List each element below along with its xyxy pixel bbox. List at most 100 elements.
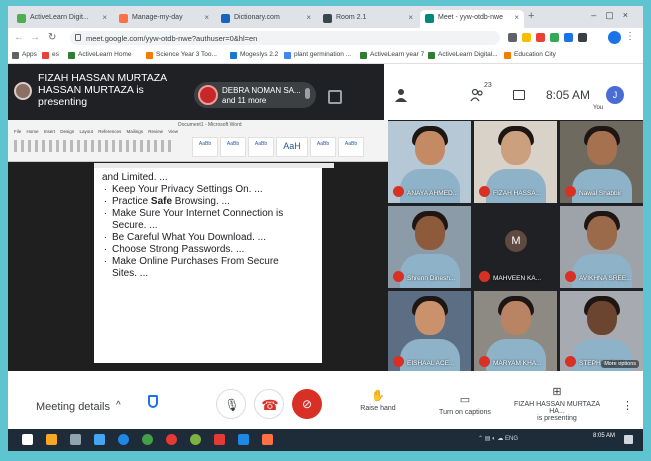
start-icon[interactable] <box>22 434 33 445</box>
speaker-chip[interactable]: DEBRA NOMAN SA... and 11 more <box>194 82 316 108</box>
presenter-status-line: presenting <box>38 96 88 108</box>
browser-tab[interactable]: Room 2.1 × <box>318 10 418 28</box>
url-bar[interactable]: meet.google.com/yyw-otdb-nwe?authuser=0&… <box>70 31 500 45</box>
doc-bullet: Keep Your Privacy Settings On. ... <box>102 182 312 196</box>
bookmark[interactable]: ActiveLearn Digital... <box>428 51 498 59</box>
extension-icon[interactable] <box>536 33 545 42</box>
self-avatar[interactable]: J <box>606 86 624 104</box>
puzzle-icon[interactable] <box>578 33 587 42</box>
window-controls-icon[interactable]: –▢× <box>591 10 637 21</box>
speaker-avatar <box>198 85 218 105</box>
close-icon[interactable]: × <box>102 13 107 22</box>
language-indicator: ENG <box>505 436 519 442</box>
close-icon[interactable]: × <box>204 13 209 22</box>
browser-tab[interactable]: Dictionary.com × <box>216 10 316 28</box>
participant-grid: ANAYA AHMED... FIZAH HASSA... Nawal Shabbi… <box>388 120 643 373</box>
presenting-sublabel: is presenting <box>537 415 577 422</box>
participant-face <box>501 301 531 335</box>
bookmark[interactable]: Science Year 3 Too... <box>146 51 217 59</box>
participant-tile[interactable]: EISHAAL ACE... <box>388 291 471 373</box>
meeting-details-button[interactable]: Meeting details <box>36 401 110 413</box>
taskbar-app-icon[interactable] <box>214 434 225 445</box>
bookmark[interactable]: ActiveLearn year 7 <box>360 51 424 59</box>
participant-tile[interactable]: MARYAM KHA... <box>474 291 557 373</box>
participants-icon[interactable] <box>470 88 484 102</box>
bookmark-label: Education City <box>514 51 556 58</box>
system-tray[interactable]: ⌃ ▤ ◐ ☁ ENG <box>478 435 518 442</box>
people-icon[interactable] <box>394 88 408 102</box>
participant-tile[interactable]: FIZAH HASSA... <box>474 121 557 203</box>
extension-icon[interactable] <box>508 33 517 42</box>
camera-off-button[interactable]: ⊘ <box>292 389 322 419</box>
bookmark[interactable]: Education City <box>504 51 556 59</box>
captions-button[interactable]: ▭ Turn on captions <box>433 393 497 416</box>
muted-mic-icon <box>565 356 576 367</box>
participant-tile[interactable]: Shrenn Dinesh... <box>388 206 471 288</box>
tab-favicon-icon <box>119 14 128 23</box>
forward-icon[interactable]: → <box>30 32 40 43</box>
style-swatch: AaBb <box>310 137 336 157</box>
taskbar-app-icon[interactable] <box>238 434 249 445</box>
style-swatch: AaH <box>276 137 308 157</box>
browser-tab-active[interactable]: Meet - yyw-otdb-nwe × <box>420 10 524 28</box>
participant-tile[interactable]: STEPHANIE W...More options <box>560 291 643 373</box>
address-row: ← → ↻ meet.google.com/yyw-otdb-nwe?authu… <box>8 28 643 48</box>
participant-face <box>587 301 617 335</box>
taskbar-app-icon[interactable] <box>70 434 81 445</box>
presenting-button[interactable]: ⊞ FIZAH HASSAN MURTAZA HA... is presenting <box>506 385 608 422</box>
style-swatch: AaBb <box>248 137 274 157</box>
microphone-button[interactable]: 🎙 <box>216 389 246 419</box>
extension-icon[interactable] <box>564 33 573 42</box>
browser-menu-icon[interactable]: ⋮ <box>625 31 635 42</box>
participant-tile[interactable]: AVIKHNA SREE... <box>560 206 643 288</box>
back-icon[interactable]: ← <box>14 32 24 43</box>
browser-tab[interactable]: ActiveLearn Digit... × <box>12 10 112 28</box>
participant-tile[interactable]: ANAYA AHMED... <box>388 121 471 203</box>
doc-bold-text: Safe <box>150 196 173 207</box>
profile-avatar[interactable] <box>608 31 621 44</box>
chrome-icon[interactable] <box>142 434 153 445</box>
mic-icon <box>305 88 310 99</box>
raise-hand-button[interactable]: ✋ Raise hand <box>358 389 398 412</box>
bookmark[interactable]: es <box>42 51 59 59</box>
more-participants-button[interactable]: More options <box>601 360 639 368</box>
extension-icon[interactable] <box>522 33 531 42</box>
participant-name: Nawal Shabbir <box>579 190 622 197</box>
muted-mic-icon <box>479 186 490 197</box>
doc-text: Practice <box>112 196 151 207</box>
participant-tile[interactable]: M MAHVEEN KA... <box>474 206 557 288</box>
browser-tab[interactable]: Manage-my-day × <box>114 10 214 28</box>
bookmark[interactable]: ActiveLearn Home <box>68 51 131 59</box>
speaker-more-count: and 11 more <box>222 96 267 105</box>
new-tab-icon[interactable]: + <box>528 10 534 22</box>
edge-icon[interactable] <box>118 434 129 445</box>
taskbar-app-icon[interactable] <box>94 434 105 445</box>
shield-icon[interactable] <box>148 395 158 408</box>
bookmark[interactable]: plant germination ... <box>284 51 352 59</box>
bookmark-label: plant germination ... <box>294 51 352 58</box>
chat-icon[interactable] <box>513 90 525 100</box>
taskbar-app-icon[interactable] <box>190 434 201 445</box>
muted-mic-icon <box>393 186 404 197</box>
bookmark[interactable]: Apps <box>12 51 37 59</box>
opera-icon[interactable] <box>166 434 177 445</box>
taskbar-app-icon[interactable] <box>262 434 273 445</box>
participant-name: MARYAM KHA... <box>493 360 542 367</box>
notification-icon[interactable] <box>624 435 633 444</box>
leave-call-button[interactable]: ☎ <box>254 389 284 419</box>
presenting-label: FIZAH HASSAN MURTAZA HA... <box>513 401 601 415</box>
word-window-title: Document1 - Microsoft Word <box>178 122 242 128</box>
close-icon[interactable]: × <box>514 13 519 22</box>
close-icon[interactable]: × <box>408 13 413 22</box>
style-swatch: AaBb <box>338 137 364 157</box>
extension-icon[interactable] <box>550 33 559 42</box>
more-options-icon[interactable]: ⋮ <box>622 399 633 412</box>
layout-icon[interactable] <box>328 90 342 104</box>
bookmark[interactable]: Mogeslys 2.2 <box>230 51 278 59</box>
chevron-up-icon[interactable]: ^ <box>116 400 121 411</box>
reload-icon[interactable]: ↻ <box>48 32 56 43</box>
file-explorer-icon[interactable] <box>46 434 57 445</box>
participant-tile[interactable]: Nawal Shabbir <box>560 121 643 203</box>
close-icon[interactable]: × <box>306 13 311 22</box>
muted-mic-icon <box>393 271 404 282</box>
